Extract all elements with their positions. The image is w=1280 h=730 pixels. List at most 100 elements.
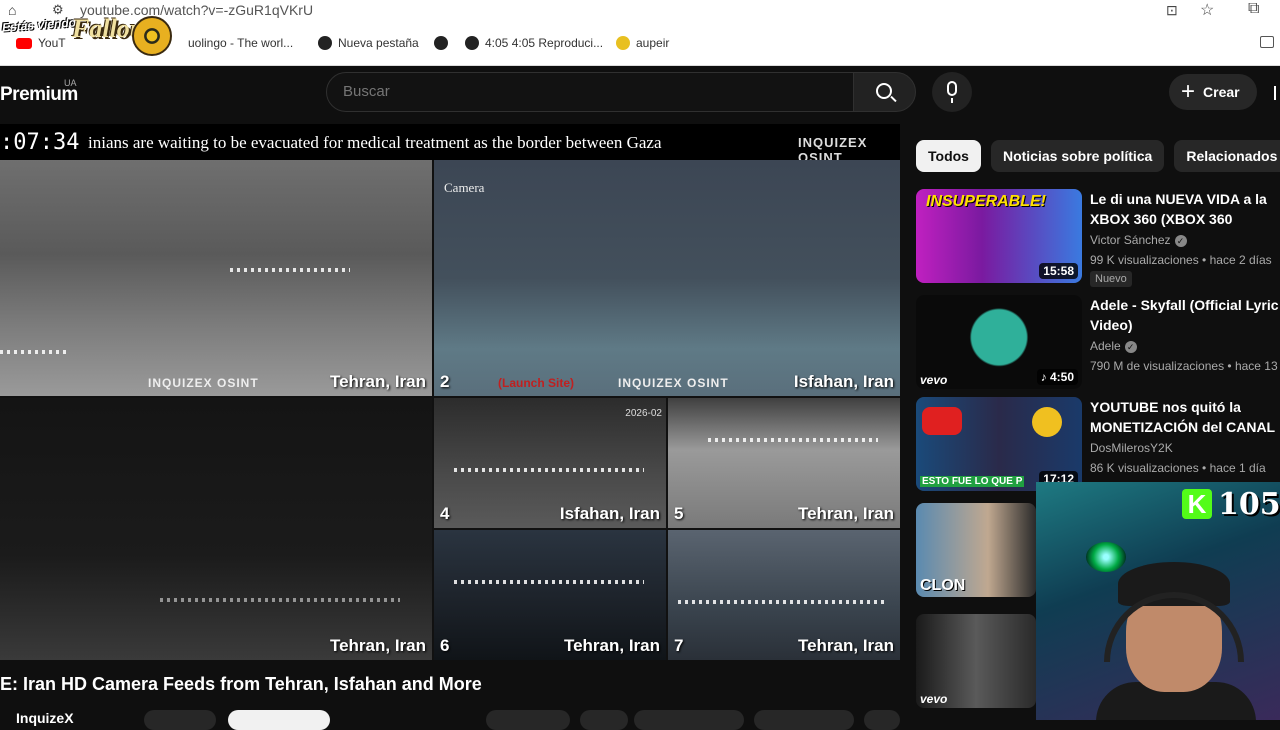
camera-location: Isfahan, Iran [559,504,660,523]
country-code: UA [64,78,77,88]
duration-value: 4:50 [1049,370,1074,384]
camera-location: Tehran, Iran [563,636,660,655]
thumbnail-text: ESTO FUE LO QUE P [920,476,1025,487]
camera-number: 2 [440,372,450,391]
channel-name[interactable]: Victor Sánchez ✓ [1090,233,1187,247]
new-badge: Nuevo [1090,271,1132,287]
dislike-button[interactable] [580,710,628,730]
bookmark-new-tab[interactable]: Nueva pestaña [318,36,419,50]
camera-header: Camera [444,180,485,195]
bookmark-duolingo[interactable]: uolingo - The worl... [188,36,293,50]
video-thumbnail[interactable]: INSUPERABLE! 15:58 [916,189,1082,283]
video-thumbnail[interactable]: ESTO FUE LO QUE P 17:12 [916,397,1082,491]
chip-related[interactable]: Relacionados [1174,140,1280,172]
viewer-count: 105 [1218,486,1280,522]
globe-icon [465,36,479,50]
news-ticker: :07:34 inians are waiting to be evacuate… [0,124,900,165]
bookmark-label: uolingo - The worl... [188,36,294,50]
camera-feed-4: 2026-02 4 Isfahan, Iran [434,398,666,528]
voice-search-button[interactable] [932,72,972,112]
camera-feed-5: 5 Tehran, Iran [668,398,900,528]
video-duration: 15:58 [1039,263,1078,279]
create-label: Crear [1203,84,1240,100]
subscribe-button[interactable] [144,710,216,730]
recommendation-item[interactable]: INSUPERABLE! 15:58 Le di una NUEVA VIDA … [916,189,1280,287]
install-app-icon[interactable]: ⊡ [1166,2,1178,19]
music-icon: ♪ [1040,370,1050,384]
search-box[interactable] [326,72,854,112]
search-button[interactable] [853,72,916,112]
extensions-icon[interactable]: ⧉ [1248,0,1259,18]
camera-number: 6 [440,636,450,655]
video-title[interactable]: Le di una NUEVA VIDA a la XBOX 360 (XBOX… [1090,189,1280,229]
radiation-icon [132,16,172,56]
plus-icon: + [1181,78,1196,105]
camera-feed-3: Tehran, Iran [0,398,432,660]
video-thumbnail[interactable]: CLON [916,503,1036,597]
recommendation-item[interactable]: ESTO FUE LO QUE P 17:12 YOUTUBE nos quit… [916,397,1280,491]
viewer-count-badge: K 105 [1182,486,1280,522]
camera-location: Tehran, Iran [329,636,426,655]
video-thumbnail[interactable]: vevo [916,614,1036,708]
video-meta: 86 K visualizaciones • hace 1 día [1090,461,1266,475]
bookmark-globe[interactable] [434,36,448,50]
video-title[interactable]: YOUTUBE nos quitó la MONETIZACIÓN del CA… [1090,397,1280,437]
camera-feed-6: 6 Tehran, Iran [434,530,666,660]
coin-icon [1032,407,1062,437]
share-button[interactable] [634,710,744,730]
search-input[interactable] [343,83,823,100]
channel-label: Adele [1090,339,1121,353]
thumbnail-text: CLON [920,577,966,594]
youtube-sad-icon [922,407,962,435]
chip-politics[interactable]: Noticias sobre política [990,140,1165,172]
bookmark-reproducing[interactable]: 4:05 4:05 Reproduci... [465,36,603,50]
channel-label: Victor Sánchez [1090,233,1171,247]
bookmark-label: 4:05 4:05 Reproduci... [485,36,604,50]
video-thumbnail[interactable]: vevo ♪ 4:50 [916,295,1082,389]
launch-site-label: (Launch Site) [498,376,575,390]
globe-icon [318,36,332,50]
vevo-logo: vevo [920,373,948,387]
notifications-icon[interactable] [1274,86,1280,100]
filter-chips: Todos Noticias sobre política Relacionad… [916,140,1280,172]
chip-all[interactable]: Todos [916,140,981,172]
bookmark-star-icon[interactable]: ☆ [1200,0,1214,20]
create-button[interactable]: + Crear [1169,74,1257,110]
kick-logo-icon: K [1182,489,1212,519]
camera-feed-2: Camera 2 (Launch Site) INQUIZEX OSINT Is… [434,160,900,396]
recommendation-item[interactable]: vevo ♪ 4:50 Adele - Skyfall (Official Ly… [916,295,1280,389]
video-player[interactable]: :07:34 inians are waiting to be evacuate… [0,124,900,660]
vevo-logo: vevo [920,692,948,706]
bookmark-aupeir[interactable]: aupeir [616,36,669,50]
lamp [1086,542,1126,572]
like-button[interactable] [486,710,570,730]
channel-name[interactable]: Adele ✓ [1090,339,1137,353]
camera-number: 5 [674,504,684,523]
camera-location: Isfahan, Iran [793,372,894,391]
youtube-header: Premium UA + Crear [0,66,1280,122]
camera-timestamp: 2026-02 [625,408,662,419]
channel-name[interactable]: DosMilerosY2K [1090,441,1173,455]
watermark: INQUIZEX OSINT [148,376,259,390]
save-button[interactable] [754,710,854,730]
video-duration: ♪ 4:50 [1036,369,1078,385]
search-icon-handle [890,95,897,103]
bookmark-label: aupeir [636,36,670,50]
channel-name[interactable]: InquizeX [16,710,74,726]
watching-label: Estás viendo [1,15,77,35]
camera-number: 4 [440,504,450,523]
video-title[interactable]: Adele - Skyfall (Official Lyric Video) [1090,295,1280,335]
ticker-text: inians are waiting to be evacuated for m… [88,133,662,152]
more-actions-button[interactable] [864,710,900,730]
folder-icon[interactable] [1260,36,1274,48]
join-button[interactable] [228,710,330,730]
camera-number: 7 [674,636,684,655]
camera-location: Tehran, Iran [797,504,894,523]
video-meta: 99 K visualizaciones • hace 2 días [1090,253,1272,267]
video-title: E: Iran HD Camera Feeds from Tehran, Isf… [0,674,482,694]
verified-icon: ✓ [1124,341,1137,353]
verified-icon: ✓ [1174,235,1187,247]
microphone-stand [951,98,953,103]
globe-icon [434,36,448,50]
watermark: INQUIZEX OSINT [618,376,729,390]
